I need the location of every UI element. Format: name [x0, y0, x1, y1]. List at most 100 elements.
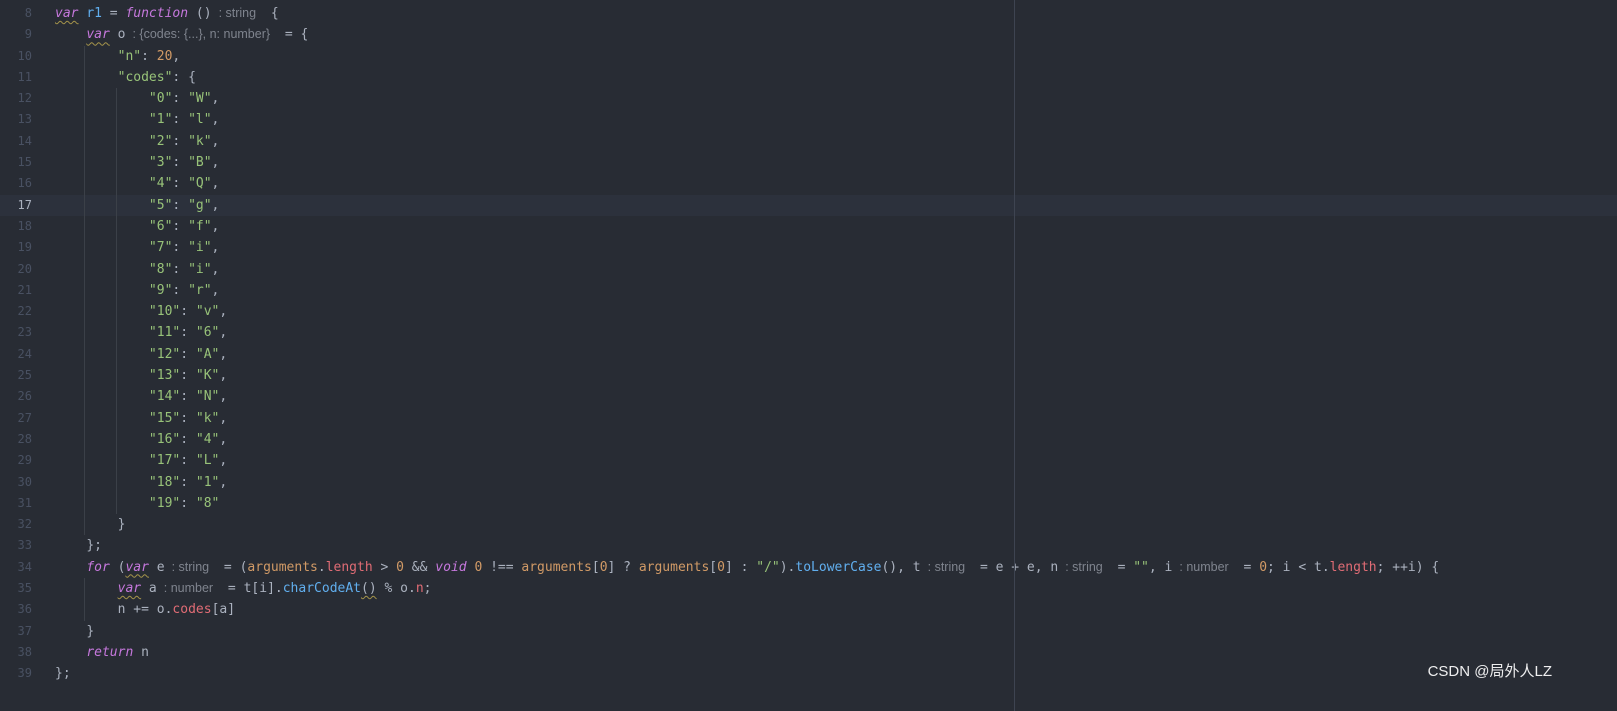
- indent-guide: [84, 237, 86, 259]
- code-content[interactable]: n += o.codes[a]: [55, 599, 235, 621]
- line-number[interactable]: 31: [0, 493, 32, 514]
- line-number[interactable]: 15: [0, 152, 32, 173]
- code-line[interactable]: 24 "12": "A",: [0, 343, 1617, 366]
- code-content[interactable]: "11": "6",: [55, 322, 227, 344]
- code-content[interactable]: "19": "8": [55, 492, 219, 515]
- code-line[interactable]: 25 "13": "K",: [0, 365, 1617, 387]
- code-content[interactable]: "0": "W",: [55, 88, 219, 110]
- code-line[interactable]: 26 "14": "N",: [0, 386, 1617, 408]
- code-content[interactable]: var o: {codes: {...}, n: number} = {: [55, 24, 308, 45]
- code-line[interactable]: 22 "10": "v",: [0, 301, 1617, 323]
- code-line[interactable]: 30 "18": "1",: [0, 471, 1617, 493]
- code-content[interactable]: "15": "k",: [55, 407, 227, 429]
- line-number[interactable]: 16: [0, 173, 32, 194]
- code-content[interactable]: "16": "4",: [55, 428, 227, 451]
- code-editor[interactable]: 8 var r1 = function (): string {9 var o: …: [0, 0, 1617, 711]
- code-content[interactable]: }: [55, 514, 125, 536]
- line-number[interactable]: 10: [0, 46, 32, 67]
- line-number[interactable]: 29: [0, 450, 32, 471]
- line-number[interactable]: 14: [0, 131, 32, 152]
- code-line[interactable]: 21 "9": "r",: [0, 279, 1617, 302]
- line-number[interactable]: 12: [0, 88, 32, 109]
- line-number[interactable]: 38: [0, 642, 32, 663]
- line-number[interactable]: 34: [0, 557, 32, 578]
- line-number[interactable]: 32: [0, 514, 32, 535]
- code-line[interactable]: 23 "11": "6",: [0, 322, 1617, 344]
- code-line[interactable]: 12 "0": "W",: [0, 88, 1617, 110]
- code-content[interactable]: };: [55, 663, 71, 684]
- code-content[interactable]: "2": "k",: [55, 130, 219, 153]
- code-content[interactable]: for (var e: string = (arguments.length >…: [55, 557, 1439, 578]
- code-line[interactable]: 39};: [0, 663, 1617, 684]
- code-content[interactable]: "18": "1",: [55, 471, 227, 493]
- line-number[interactable]: 8: [0, 3, 32, 24]
- code-content[interactable]: "10": "v",: [55, 301, 227, 323]
- code-content[interactable]: "13": "K",: [55, 365, 227, 387]
- line-number[interactable]: 35: [0, 578, 32, 599]
- line-number[interactable]: 25: [0, 365, 32, 386]
- line-number[interactable]: 39: [0, 663, 32, 684]
- code-line[interactable]: 33 };: [0, 535, 1617, 556]
- line-number[interactable]: 37: [0, 621, 32, 642]
- line-number[interactable]: 21: [0, 280, 32, 301]
- code-content[interactable]: }: [55, 621, 94, 642]
- code-content[interactable]: "9": "r",: [55, 279, 219, 302]
- code-line[interactable]: 36 n += o.codes[a]: [0, 599, 1617, 621]
- code-line[interactable]: 29 "17": "L",: [0, 450, 1617, 472]
- line-number[interactable]: 13: [0, 109, 32, 130]
- line-number[interactable]: 26: [0, 386, 32, 407]
- line-number[interactable]: 36: [0, 599, 32, 620]
- code-content[interactable]: "n": 20,: [55, 45, 180, 67]
- code-content[interactable]: "codes": {: [55, 66, 196, 89]
- code-content[interactable]: };: [55, 535, 102, 556]
- code-line[interactable]: 32 }: [0, 514, 1617, 536]
- line-number[interactable]: 24: [0, 344, 32, 365]
- code-line[interactable]: 17 "5": "g",: [0, 194, 1617, 216]
- code-content[interactable]: var a: number = t[i].charCodeAt() % o.n;: [55, 578, 431, 600]
- code-content[interactable]: "5": "g",: [55, 194, 219, 216]
- line-number[interactable]: 28: [0, 429, 32, 450]
- code-content[interactable]: "17": "L",: [55, 450, 227, 472]
- code-line[interactable]: 13 "1": "l",: [0, 109, 1617, 131]
- line-number[interactable]: 22: [0, 301, 32, 322]
- line-number[interactable]: 20: [0, 259, 32, 280]
- code-content[interactable]: "7": "i",: [55, 237, 219, 259]
- code-content[interactable]: "6": "f",: [55, 215, 219, 238]
- code-line[interactable]: 27 "15": "k",: [0, 407, 1617, 429]
- code-line[interactable]: 8 var r1 = function (): string {: [0, 3, 1617, 24]
- code-content[interactable]: "14": "N",: [55, 386, 227, 408]
- code-line[interactable]: 11 "codes": {: [0, 66, 1617, 89]
- code-content[interactable]: return n: [55, 642, 149, 663]
- code-line[interactable]: 9 var o: {codes: {...}, n: number} = {: [0, 24, 1617, 45]
- code-content[interactable]: "1": "l",: [55, 109, 219, 131]
- line-number[interactable]: 18: [0, 216, 32, 237]
- code-content[interactable]: "3": "B",: [55, 152, 219, 174]
- code-line[interactable]: 31 "19": "8": [0, 492, 1617, 515]
- code-line[interactable]: 10 "n": 20,: [0, 45, 1617, 67]
- code-content[interactable]: var r1 = function (): string {: [55, 3, 279, 24]
- code-line[interactable]: 35 var a: number = t[i].charCodeAt() % o…: [0, 578, 1617, 600]
- line-number[interactable]: 23: [0, 322, 32, 343]
- line-number[interactable]: 30: [0, 472, 32, 493]
- code-line[interactable]: 19 "7": "i",: [0, 237, 1617, 259]
- code-line[interactable]: 18 "6": "f",: [0, 215, 1617, 238]
- code-line[interactable]: 37 }: [0, 621, 1617, 642]
- code-line[interactable]: 20 "8": "i",: [0, 258, 1617, 280]
- code-line[interactable]: 15 "3": "B",: [0, 152, 1617, 174]
- code-lines[interactable]: 8 var r1 = function (): string {9 var o: …: [0, 3, 1617, 685]
- code-line[interactable]: 38 return n: [0, 642, 1617, 663]
- line-number[interactable]: 19: [0, 237, 32, 258]
- line-number[interactable]: 17: [0, 195, 32, 216]
- line-number[interactable]: 9: [0, 24, 32, 45]
- code-line[interactable]: 16 "4": "Q",: [0, 173, 1617, 195]
- line-number[interactable]: 11: [0, 67, 32, 88]
- code-content[interactable]: "8": "i",: [55, 258, 219, 280]
- code-line[interactable]: 28 "16": "4",: [0, 428, 1617, 451]
- code-content[interactable]: "12": "A",: [55, 343, 227, 366]
- code-line[interactable]: 14 "2": "k",: [0, 130, 1617, 153]
- code-content[interactable]: "4": "Q",: [55, 173, 219, 195]
- code-line[interactable]: 34 for (var e: string = (arguments.lengt…: [0, 557, 1617, 578]
- line-number[interactable]: 33: [0, 535, 32, 556]
- line-number[interactable]: 27: [0, 408, 32, 429]
